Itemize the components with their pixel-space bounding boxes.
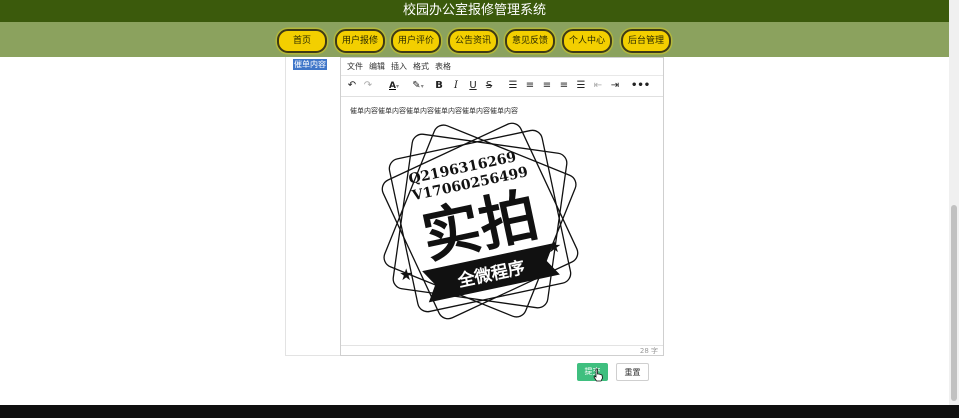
nav-home[interactable]: 首页 (277, 29, 327, 53)
text-color-icon[interactable]: A▾ (383, 78, 405, 94)
site-header: 校园办公室报修管理系统 (0, 0, 949, 22)
nav-user-review[interactable]: 用户评价 (391, 29, 441, 53)
star-left-icon: ★ (399, 265, 413, 284)
word-count: 28 字 (639, 347, 658, 355)
page-footer (0, 405, 959, 418)
indent-icon[interactable]: ⇥ (609, 78, 621, 94)
menu-edit[interactable]: 编辑 (369, 61, 385, 72)
list-icon[interactable]: ☰ (507, 78, 519, 94)
scrollbar-thumb[interactable] (951, 205, 957, 401)
nav-feedback[interactable]: 意见反馈 (505, 29, 555, 53)
hand-cursor-icon (593, 368, 603, 382)
strikethrough-icon[interactable]: S (483, 78, 495, 94)
field-label-urge-content: 催单内容 (293, 59, 327, 70)
star-right-icon: ★ (547, 237, 561, 256)
nav-personal-center[interactable]: 个人中心 (562, 29, 612, 53)
rich-text-editor[interactable]: 文件 编辑 插入 格式 表格 ↶ ↷ A▾ ✎▾ B I U S ☰ ≡ ≡ ≡… (340, 57, 664, 356)
nav-announcements[interactable]: 公告资讯 (448, 29, 498, 53)
underline-icon[interactable]: U (467, 78, 479, 94)
outdent-icon[interactable]: ⇤ (592, 78, 604, 94)
menu-format[interactable]: 格式 (413, 61, 429, 72)
menu-insert[interactable]: 插入 (391, 61, 407, 72)
italic-icon[interactable]: I (450, 78, 462, 94)
editor-content-text: 催单内容催单内容催单内容催单内容催单内容催单内容 (350, 107, 518, 115)
bold-icon[interactable]: B (433, 78, 445, 94)
highlight-color-icon[interactable]: ✎▾ (407, 78, 429, 94)
site-title: 校园办公室报修管理系统 (402, 3, 546, 18)
form-field-container (285, 57, 341, 356)
nav-admin[interactable]: 后台管理 (621, 29, 671, 53)
menu-table[interactable]: 表格 (435, 61, 451, 72)
menu-file[interactable]: 文件 (347, 61, 363, 72)
main-nav: 首页 用户报修 用户评价 公告资讯 意见反馈 个人中心 后台管理 (0, 22, 949, 57)
editor-statusbar: 28 字 (341, 345, 663, 356)
editor-menubar: 文件 编辑 插入 格式 表格 (341, 58, 663, 74)
stamp-image: Q2196316269 V17060256499 实拍 全微程序 ★ ★ (381, 122, 579, 320)
editor-toolbar: ↶ ↷ A▾ ✎▾ B I U S ☰ ≡ ≡ ≡ ☰ ⇤ ⇥ ••• (341, 75, 663, 97)
align-center-icon[interactable]: ≡ (541, 78, 553, 94)
redo-icon[interactable]: ↷ (361, 78, 375, 94)
more-icon[interactable]: ••• (631, 78, 650, 94)
undo-icon[interactable]: ↶ (345, 78, 359, 94)
align-justify-icon[interactable]: ☰ (575, 78, 587, 94)
nav-user-repair[interactable]: 用户报修 (335, 29, 385, 53)
align-left-icon[interactable]: ≡ (524, 78, 536, 94)
align-right-icon[interactable]: ≡ (558, 78, 570, 94)
reset-button[interactable]: 重置 (616, 363, 649, 381)
